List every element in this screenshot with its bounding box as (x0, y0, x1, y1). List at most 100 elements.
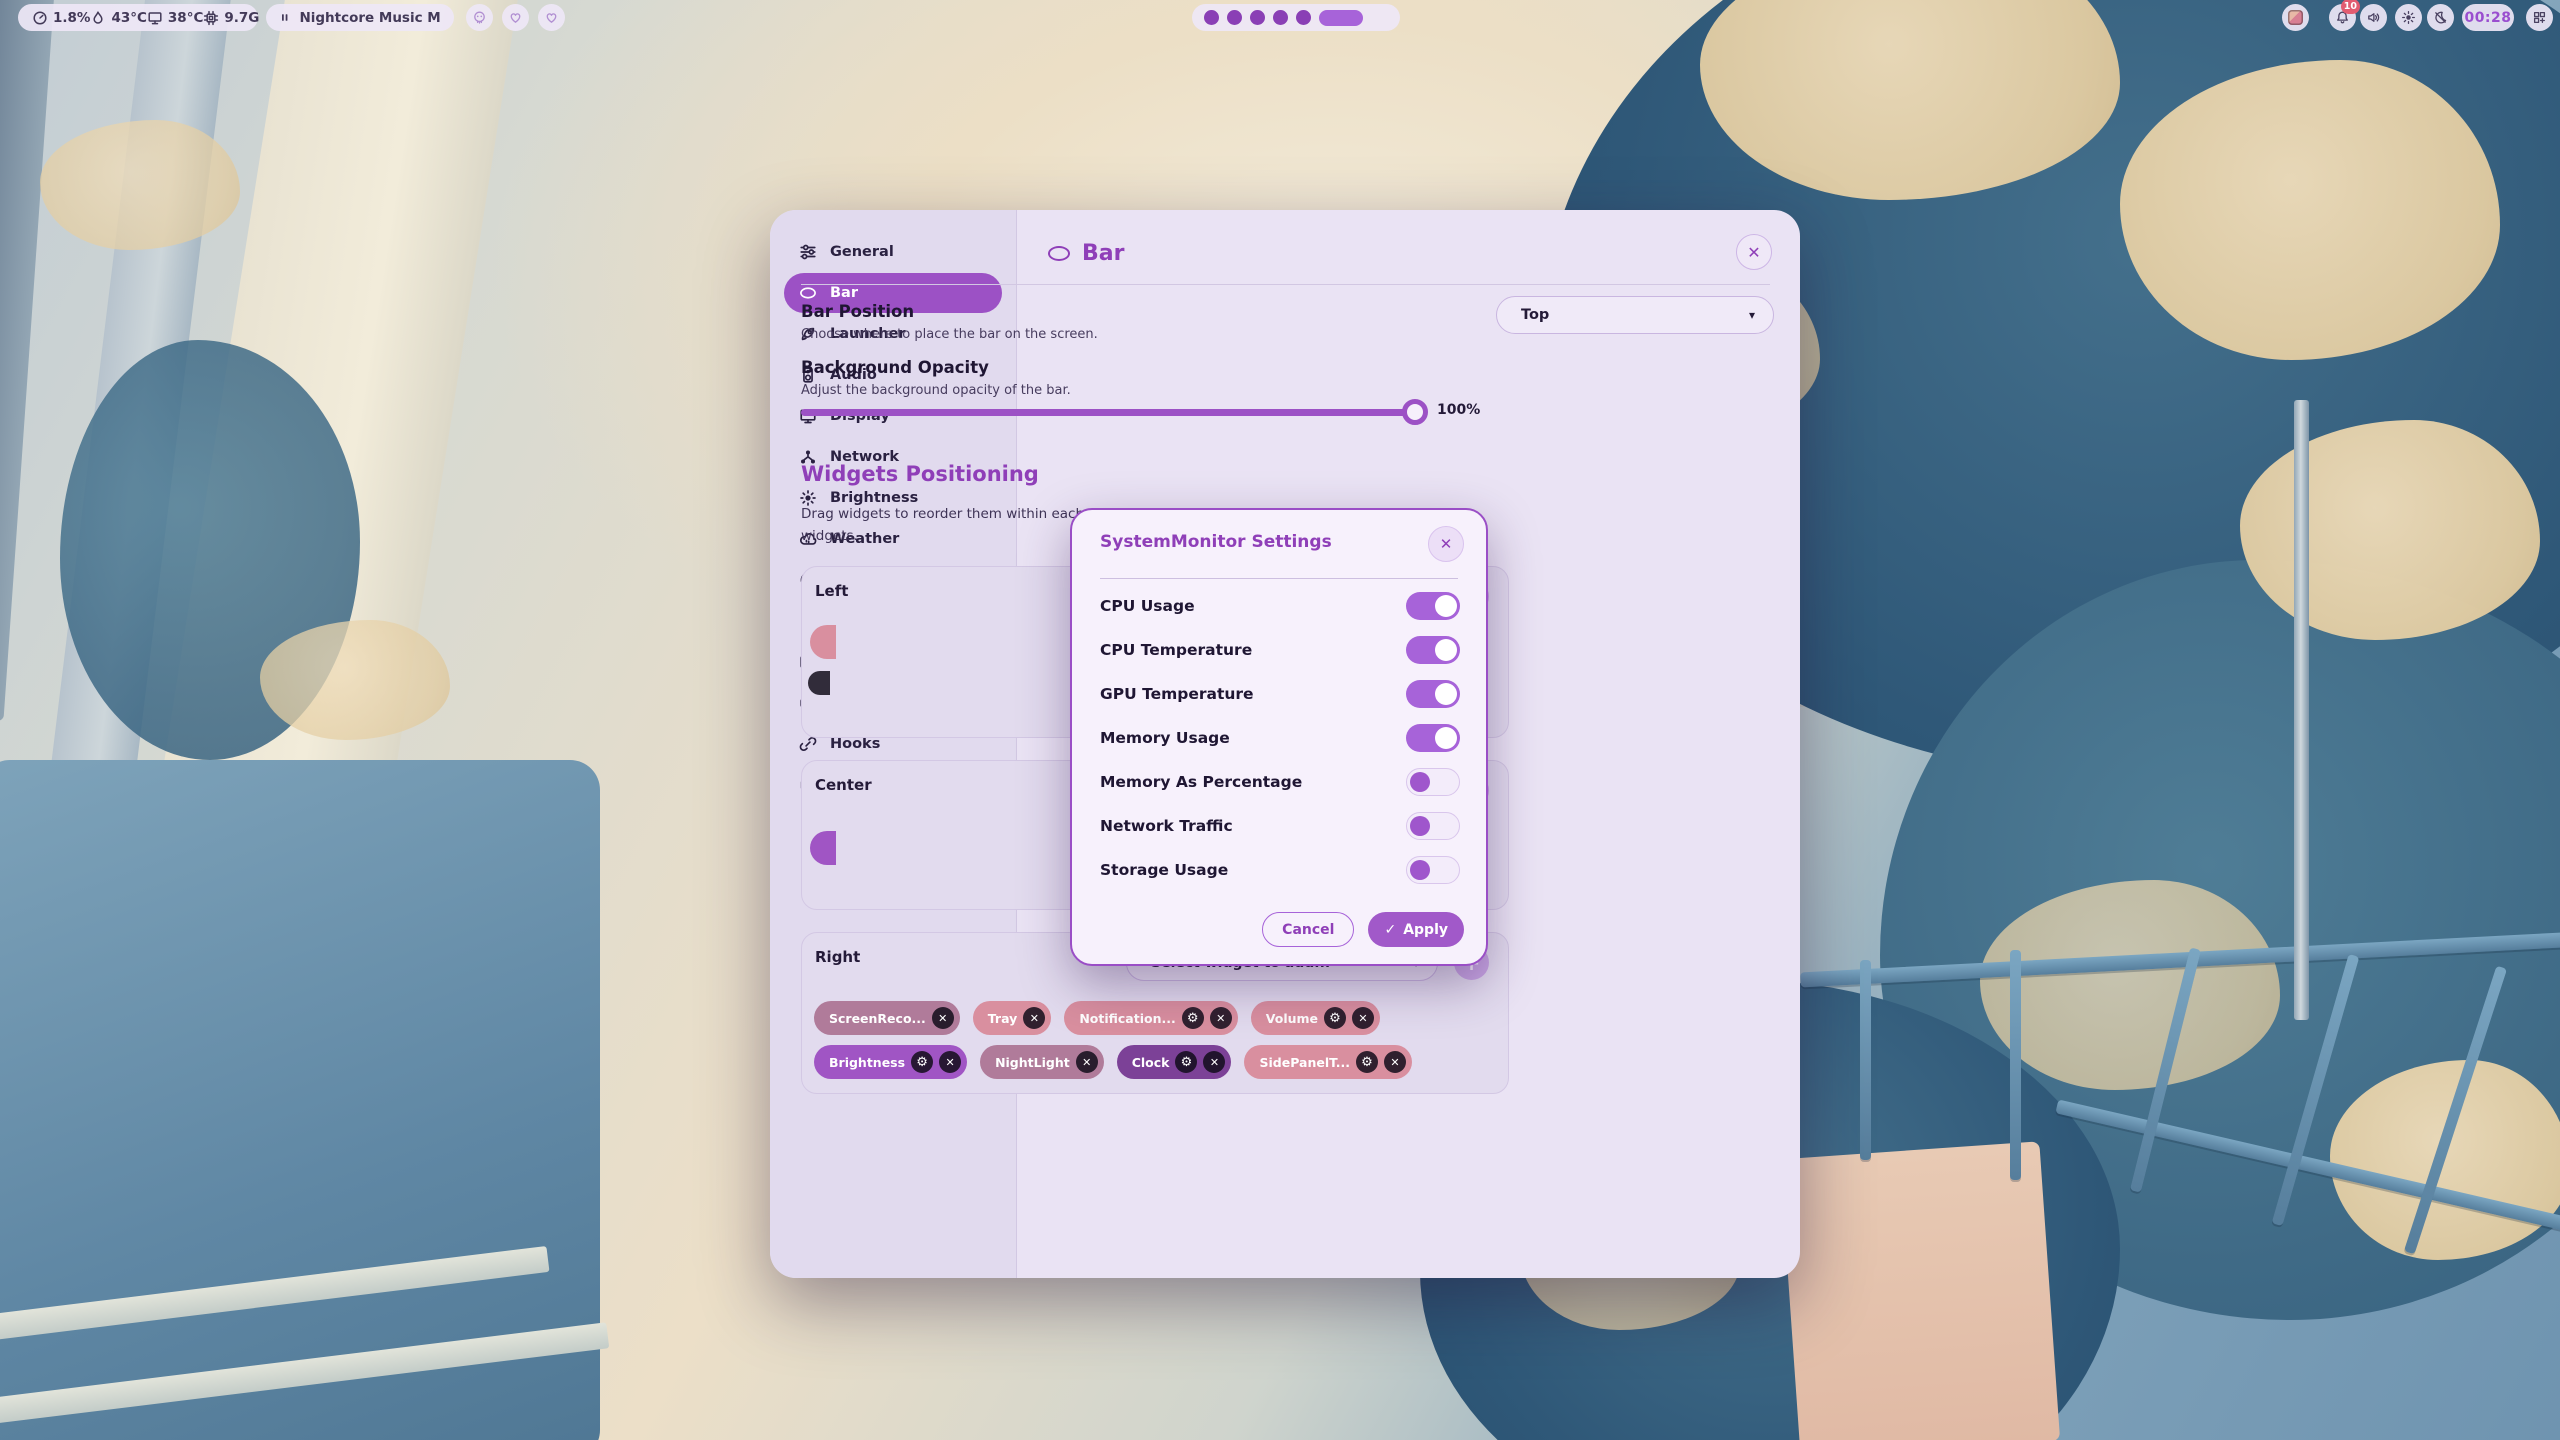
cancel-button[interactable]: Cancel (1262, 912, 1354, 947)
toggle-cpu-usage[interactable] (1406, 592, 1460, 620)
bar-position-setting: Bar Position Choose where to place the b… (801, 302, 1523, 342)
widget-chip[interactable]: Clock ⚙ ✕ (1117, 1045, 1232, 1079)
sun-icon (2401, 10, 2416, 25)
widget-chip-label: Clock (1132, 1055, 1170, 1070)
widget-chip-label: ScreenReco... (829, 1011, 926, 1026)
brightness-button[interactable] (2395, 4, 2422, 31)
media-title: Nightcore Music Mix 20... (299, 10, 440, 26)
night-light-button[interactable] (2427, 4, 2454, 31)
section-label: Left (815, 582, 848, 600)
volume-button[interactable] (2360, 4, 2387, 31)
widget-settings-button[interactable]: ⚙ (1182, 1007, 1204, 1029)
toggle-network-traffic[interactable] (1406, 812, 1460, 840)
widget-remove-button[interactable]: ✕ (1352, 1007, 1374, 1029)
widget-chip[interactable]: Notification... ⚙ ✕ (1064, 1001, 1237, 1035)
clock-button[interactable]: 00:28 (2462, 4, 2514, 31)
widget-settings-button[interactable]: ⚙ (911, 1051, 933, 1073)
cpu-load-stat: 1.8% (32, 10, 90, 26)
tune-icon (799, 243, 817, 261)
sidebar-item-label: Brightness (830, 490, 918, 506)
gpu-temp-stat: 38°C (147, 10, 203, 26)
workspace-dot[interactable] (1250, 10, 1265, 25)
apps-grid-icon (2532, 10, 2547, 25)
workspaces-pill[interactable] (1192, 4, 1400, 31)
sidebar-item-general[interactable]: General (784, 232, 1002, 272)
sidebar-item-label: Bar (830, 285, 858, 301)
favorite-button-1[interactable] (502, 4, 529, 31)
background-opacity-setting: Background Opacity Adjust the background… (801, 358, 1523, 398)
toggle-memory-usage[interactable] (1406, 724, 1460, 752)
workspace-dot[interactable] (1227, 10, 1242, 25)
toggle-label: CPU Usage (1100, 597, 1195, 615)
partial-widget-chip[interactable] (808, 671, 830, 695)
bar-position-label: Bar Position (801, 302, 1523, 321)
sidebar-item-label: Hooks (830, 736, 880, 752)
cpu-temp-stat: 43°C (90, 10, 146, 26)
bar-position-select[interactable]: Top ▾ (1496, 296, 1774, 334)
opacity-slider-track[interactable] (801, 409, 1426, 416)
toggle-memory-as-percentage[interactable] (1406, 768, 1460, 796)
widget-remove-button[interactable]: ✕ (939, 1051, 961, 1073)
favorite-button-2[interactable] (538, 4, 565, 31)
partial-widget-chip[interactable] (810, 831, 836, 865)
widget-remove-button[interactable]: ✕ (932, 1007, 954, 1029)
toggle-label: Memory Usage (1100, 729, 1230, 747)
widget-remove-button[interactable]: ✕ (1210, 1007, 1232, 1029)
media-player-pill[interactable]: Nightcore Music Mix 20... (266, 4, 454, 31)
header-divider (801, 284, 1770, 285)
widget-settings-button[interactable]: ⚙ (1356, 1051, 1378, 1073)
toggle-gpu-temperature[interactable] (1406, 680, 1460, 708)
widget-chip[interactable]: ScreenReco... ✕ (814, 1001, 960, 1035)
dashboard-button[interactable] (2526, 4, 2553, 31)
bar-position-value: Top (1521, 307, 1549, 323)
flame-icon (90, 10, 106, 26)
widget-remove-button[interactable]: ✕ (1023, 1007, 1045, 1029)
window-close-button[interactable]: ✕ (1736, 234, 1772, 270)
widget-remove-button[interactable]: ✕ (1384, 1051, 1406, 1073)
toggle-cpu-temperature[interactable] (1406, 636, 1460, 664)
modal-close-button[interactable]: ✕ (1428, 526, 1464, 562)
check-icon: ✓ (1384, 922, 1396, 938)
widget-remove-button[interactable]: ✕ (1203, 1051, 1225, 1073)
toggle-row: GPU Temperature (1100, 672, 1460, 716)
widget-chip[interactable]: Volume ⚙ ✕ (1251, 1001, 1380, 1035)
toggle-storage-usage[interactable] (1406, 856, 1460, 884)
heart-icon (508, 10, 523, 25)
partial-widget-chip[interactable] (810, 625, 836, 659)
monitor-icon (147, 10, 163, 26)
systemmonitor-settings-modal: SystemMonitor Settings ✕ CPU Usage CPU T… (1070, 508, 1488, 966)
widget-settings-button[interactable]: ⚙ (1175, 1051, 1197, 1073)
apply-button[interactable]: ✓ Apply (1368, 912, 1464, 947)
toggle-row: CPU Usage (1100, 584, 1460, 628)
workspace-dot[interactable] (1273, 10, 1288, 25)
toggle-knob (1435, 639, 1457, 661)
system-stats-pill[interactable]: 1.8% 43°C 38°C 9.7G (18, 4, 258, 31)
widget-chip[interactable]: Brightness ⚙ ✕ (814, 1045, 967, 1079)
widget-chip[interactable]: Tray ✕ (973, 1001, 1052, 1035)
toggle-label: Memory As Percentage (1100, 773, 1302, 791)
widget-chip-label: Brightness (829, 1055, 905, 1070)
toggle-list: CPU Usage CPU Temperature GPU Temperatur… (1100, 584, 1460, 892)
widget-remove-button[interactable]: ✕ (1076, 1051, 1098, 1073)
workspace-active-indicator[interactable] (1319, 10, 1363, 26)
widget-chip-label: Notification... (1079, 1011, 1175, 1026)
modal-divider (1100, 578, 1458, 579)
opacity-slider[interactable] (801, 399, 1426, 425)
widget-chip[interactable]: NightLight ✕ (980, 1045, 1104, 1079)
tray-app-button[interactable] (2282, 4, 2309, 31)
widget-chip[interactable]: SidePanelT... ⚙ ✕ (1244, 1045, 1412, 1079)
mascot-button[interactable] (466, 4, 493, 31)
toggle-label: GPU Temperature (1100, 685, 1254, 703)
speaker-icon (2366, 10, 2381, 25)
workspace-dot[interactable] (1296, 10, 1311, 25)
heart-icon (544, 10, 559, 25)
widget-settings-button[interactable]: ⚙ (1324, 1007, 1346, 1029)
opacity-value: 100% (1437, 402, 1480, 418)
toggle-knob (1410, 816, 1430, 836)
moon-off-icon (2433, 10, 2448, 25)
bar-oval-icon (1048, 246, 1070, 261)
notifications-button[interactable]: 10 (2329, 4, 2356, 31)
opacity-slider-knob[interactable] (1402, 399, 1428, 425)
workspace-dot[interactable] (1204, 10, 1219, 25)
toggle-label: Network Traffic (1100, 817, 1233, 835)
